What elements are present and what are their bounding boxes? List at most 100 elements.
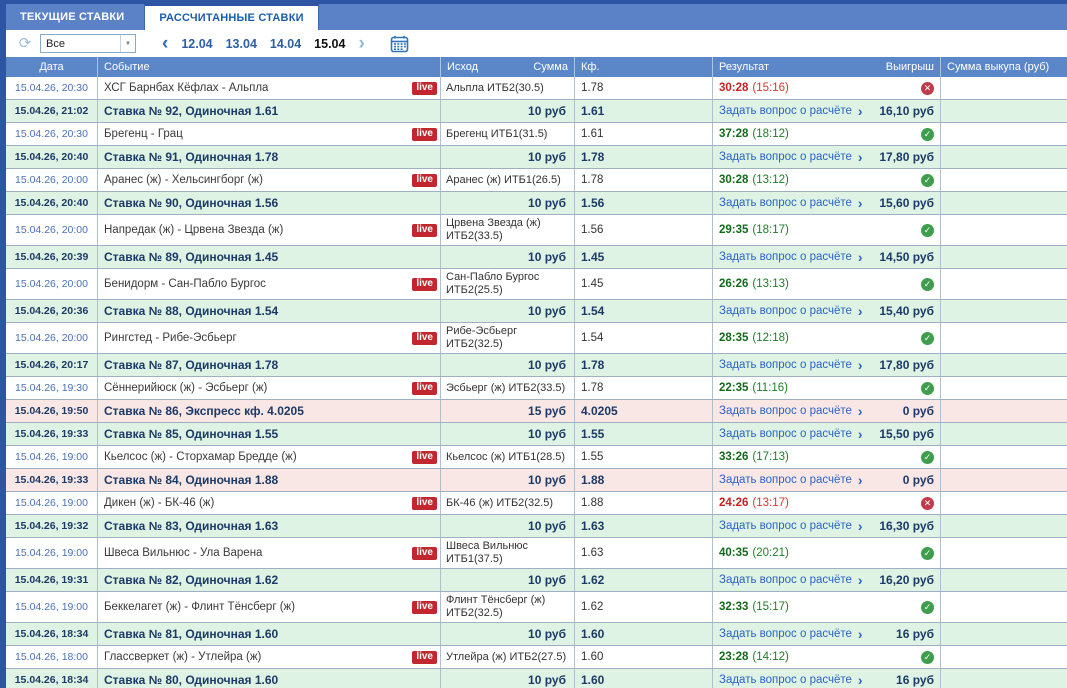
ask-question-link[interactable]: Задать вопрос о расчёте ›	[719, 148, 863, 165]
result-cell: 40:35 (20:21) ✓	[713, 538, 941, 568]
link-chevron-icon: ›	[857, 148, 863, 165]
header-sum: Сумма	[533, 61, 568, 73]
tab-calculated-bets[interactable]: РАССЧИТАННЫЕ СТАВКИ	[144, 4, 319, 30]
cross-icon: ✕	[921, 81, 934, 95]
date-link[interactable]: 12.04	[181, 37, 212, 51]
calendar-icon[interactable]	[390, 35, 409, 53]
ask-question-link[interactable]: Задать вопрос о расчёте ›	[719, 473, 863, 487]
match-row: 15.04.26, 19:00 Беккелагет (ж) - Флинт Т…	[6, 592, 1067, 623]
filter-dropdown[interactable]: Все ▼	[40, 34, 136, 53]
coef-cell: 1.78	[575, 146, 713, 168]
next-date-chevron-icon[interactable]: ›	[356, 34, 366, 53]
event-cell: Сённерийюск (ж) - Эсбьерг (ж) live	[98, 377, 441, 399]
coef-cell: 1.63	[575, 538, 713, 568]
link-chevron-icon: ›	[857, 248, 863, 265]
tab-current-bets[interactable]: ТЕКУЩИЕ СТАВКИ	[6, 4, 138, 30]
coef-cell: 4.0205	[575, 400, 713, 422]
ask-question-label: Задать вопрос о расчёте	[719, 520, 852, 532]
prev-date-chevron-icon[interactable]: ‹	[160, 34, 170, 53]
ask-question-link[interactable]: Задать вопрос о расчёте ›	[719, 104, 863, 118]
ask-question-link[interactable]: Задать вопрос о расчёте ›	[719, 404, 863, 418]
ask-question-link[interactable]: Задать вопрос о расчёте ›	[719, 673, 863, 687]
ask-question-link[interactable]: Задать вопрос о расчёте ›	[719, 573, 863, 587]
coef-cell: 1.60	[575, 623, 713, 645]
date-cell: 15.04.26, 20:00	[6, 269, 98, 299]
score: 32:33 (15:17)	[719, 601, 789, 613]
result-cell: Задать вопрос о расчёте › 14,50 руб	[713, 246, 941, 268]
event-cell: Дикен (ж) - БК-46 (ж) live	[98, 492, 441, 514]
buyback-cell	[941, 300, 1067, 322]
ask-question-link[interactable]: Задать вопрос о расчёте ›	[719, 427, 863, 441]
score-main: 33:26	[719, 451, 749, 463]
event-label: Напредак (ж) - Црвена Звезда (ж)	[104, 224, 284, 236]
bet-title-cell: Ставка № 89, Одиночная 1.45	[98, 246, 441, 268]
score-halftime: (18:17)	[752, 224, 789, 236]
result-cell: 33:26 (17:13) ✓	[713, 446, 941, 468]
link-chevron-icon: ›	[857, 302, 863, 319]
buyback-cell	[941, 100, 1067, 122]
date-link[interactable]: 14.04	[270, 37, 301, 51]
result-cell: 22:35 (11:16) ✓	[713, 377, 941, 399]
buyback-cell	[941, 423, 1067, 445]
buyback-cell	[941, 623, 1067, 645]
score-halftime: (18:12)	[752, 128, 789, 140]
result-cell: Задать вопрос о расчёте › 15,60 руб	[713, 192, 941, 214]
date-link-selected[interactable]: 15.04	[314, 37, 345, 51]
score: 28:35 (12:18)	[719, 332, 789, 344]
bet-row: 15.04.26, 19:31 Ставка № 82, Одиночная 1…	[6, 569, 1067, 592]
ask-question-link[interactable]: Задать вопрос о расчёте ›	[719, 519, 863, 533]
check-icon: ✓	[921, 650, 934, 664]
ask-question-link[interactable]: Задать вопрос о расчёте ›	[719, 627, 863, 641]
result-cell: 23:28 (14:12) ✓	[713, 646, 941, 668]
header-date: Дата	[6, 57, 98, 77]
bet-row: 15.04.26, 19:33 Ставка № 84, Одиночная 1…	[6, 469, 1067, 492]
result-cell: Задать вопрос о расчёте › 16 руб	[713, 623, 941, 645]
buyback-cell	[941, 192, 1067, 214]
score: 22:35 (11:16)	[719, 382, 788, 394]
buyback-cell	[941, 569, 1067, 591]
event-cell: Кьелсос (ж) - Сторхамар Бредде (ж) live	[98, 446, 441, 468]
date-cell: 15.04.26, 20:39	[6, 246, 98, 268]
event-label: Аранес (ж) - Хельсингборг (ж)	[104, 174, 263, 186]
ask-question-link[interactable]: Задать вопрос о расчёте ›	[719, 196, 863, 210]
outcome-cell: Утлейра (ж) ИТБ2(27.5)	[441, 646, 575, 668]
score: 33:26 (17:13)	[719, 451, 789, 463]
score-main: 40:35	[719, 547, 749, 559]
coef-cell: 1.78	[575, 77, 713, 99]
sum-cell: 15 руб	[441, 400, 575, 422]
result-cell: 29:35 (18:17) ✓	[713, 215, 941, 245]
score-main: 23:28	[719, 651, 749, 663]
coef-cell: 1.62	[575, 569, 713, 591]
match-row: 15.04.26, 20:00 Бенидорм - Сан-Пабло Бур…	[6, 269, 1067, 300]
ask-question-label: Задать вопрос о расчёте	[719, 105, 852, 117]
match-row: 15.04.26, 20:00 Рингстед - Рибе-Эсбьерг …	[6, 323, 1067, 354]
coef-cell: 1.63	[575, 515, 713, 537]
date-cell: 15.04.26, 20:00	[6, 215, 98, 245]
match-row: 15.04.26, 20:00 Аранес (ж) - Хельсингбор…	[6, 169, 1067, 192]
score-main: 29:35	[719, 224, 749, 236]
match-row: 15.04.26, 18:00 Глассверкет (ж) - Утлейр…	[6, 646, 1067, 669]
date-cell: 15.04.26, 20:00	[6, 169, 98, 191]
score-main: 30:28	[719, 174, 749, 186]
score-halftime: (15:17)	[752, 601, 789, 613]
ask-question-link[interactable]: Задать вопрос о расчёте ›	[719, 302, 863, 319]
live-badge: live	[412, 331, 437, 345]
bet-title-cell: Ставка № 88, Одиночная 1.54	[98, 300, 441, 322]
date-cell: 15.04.26, 19:00	[6, 538, 98, 568]
refresh-icon[interactable]: ⟳	[16, 35, 34, 53]
check-icon: ✓	[921, 546, 934, 560]
date-links: 12.04 13.04 14.04 15.04	[181, 37, 345, 51]
bet-row: 15.04.26, 20:17 Ставка № 87, Одиночная 1…	[6, 354, 1067, 377]
ask-question-link[interactable]: Задать вопрос о расчёте ›	[719, 358, 863, 372]
buyback-cell	[941, 169, 1067, 191]
ask-question-link[interactable]: Задать вопрос о расчёте ›	[719, 248, 863, 265]
date-link[interactable]: 13.04	[226, 37, 257, 51]
win-amount: 17,80 руб	[879, 358, 934, 372]
result-cell: Задать вопрос о расчёте › 0 руб	[713, 469, 941, 491]
event-label: Рингстед - Рибе-Эсбьерг	[104, 332, 237, 344]
header-buyback: Сумма выкупа (руб)	[947, 61, 1050, 73]
bet-row: 15.04.26, 20:36 Ставка № 88, Одиночная 1…	[6, 300, 1067, 323]
score: 37:28 (18:12)	[719, 128, 789, 140]
ask-question-label: Задать вопрос о расчёте	[719, 197, 852, 209]
check-icon: ✓	[921, 127, 934, 141]
